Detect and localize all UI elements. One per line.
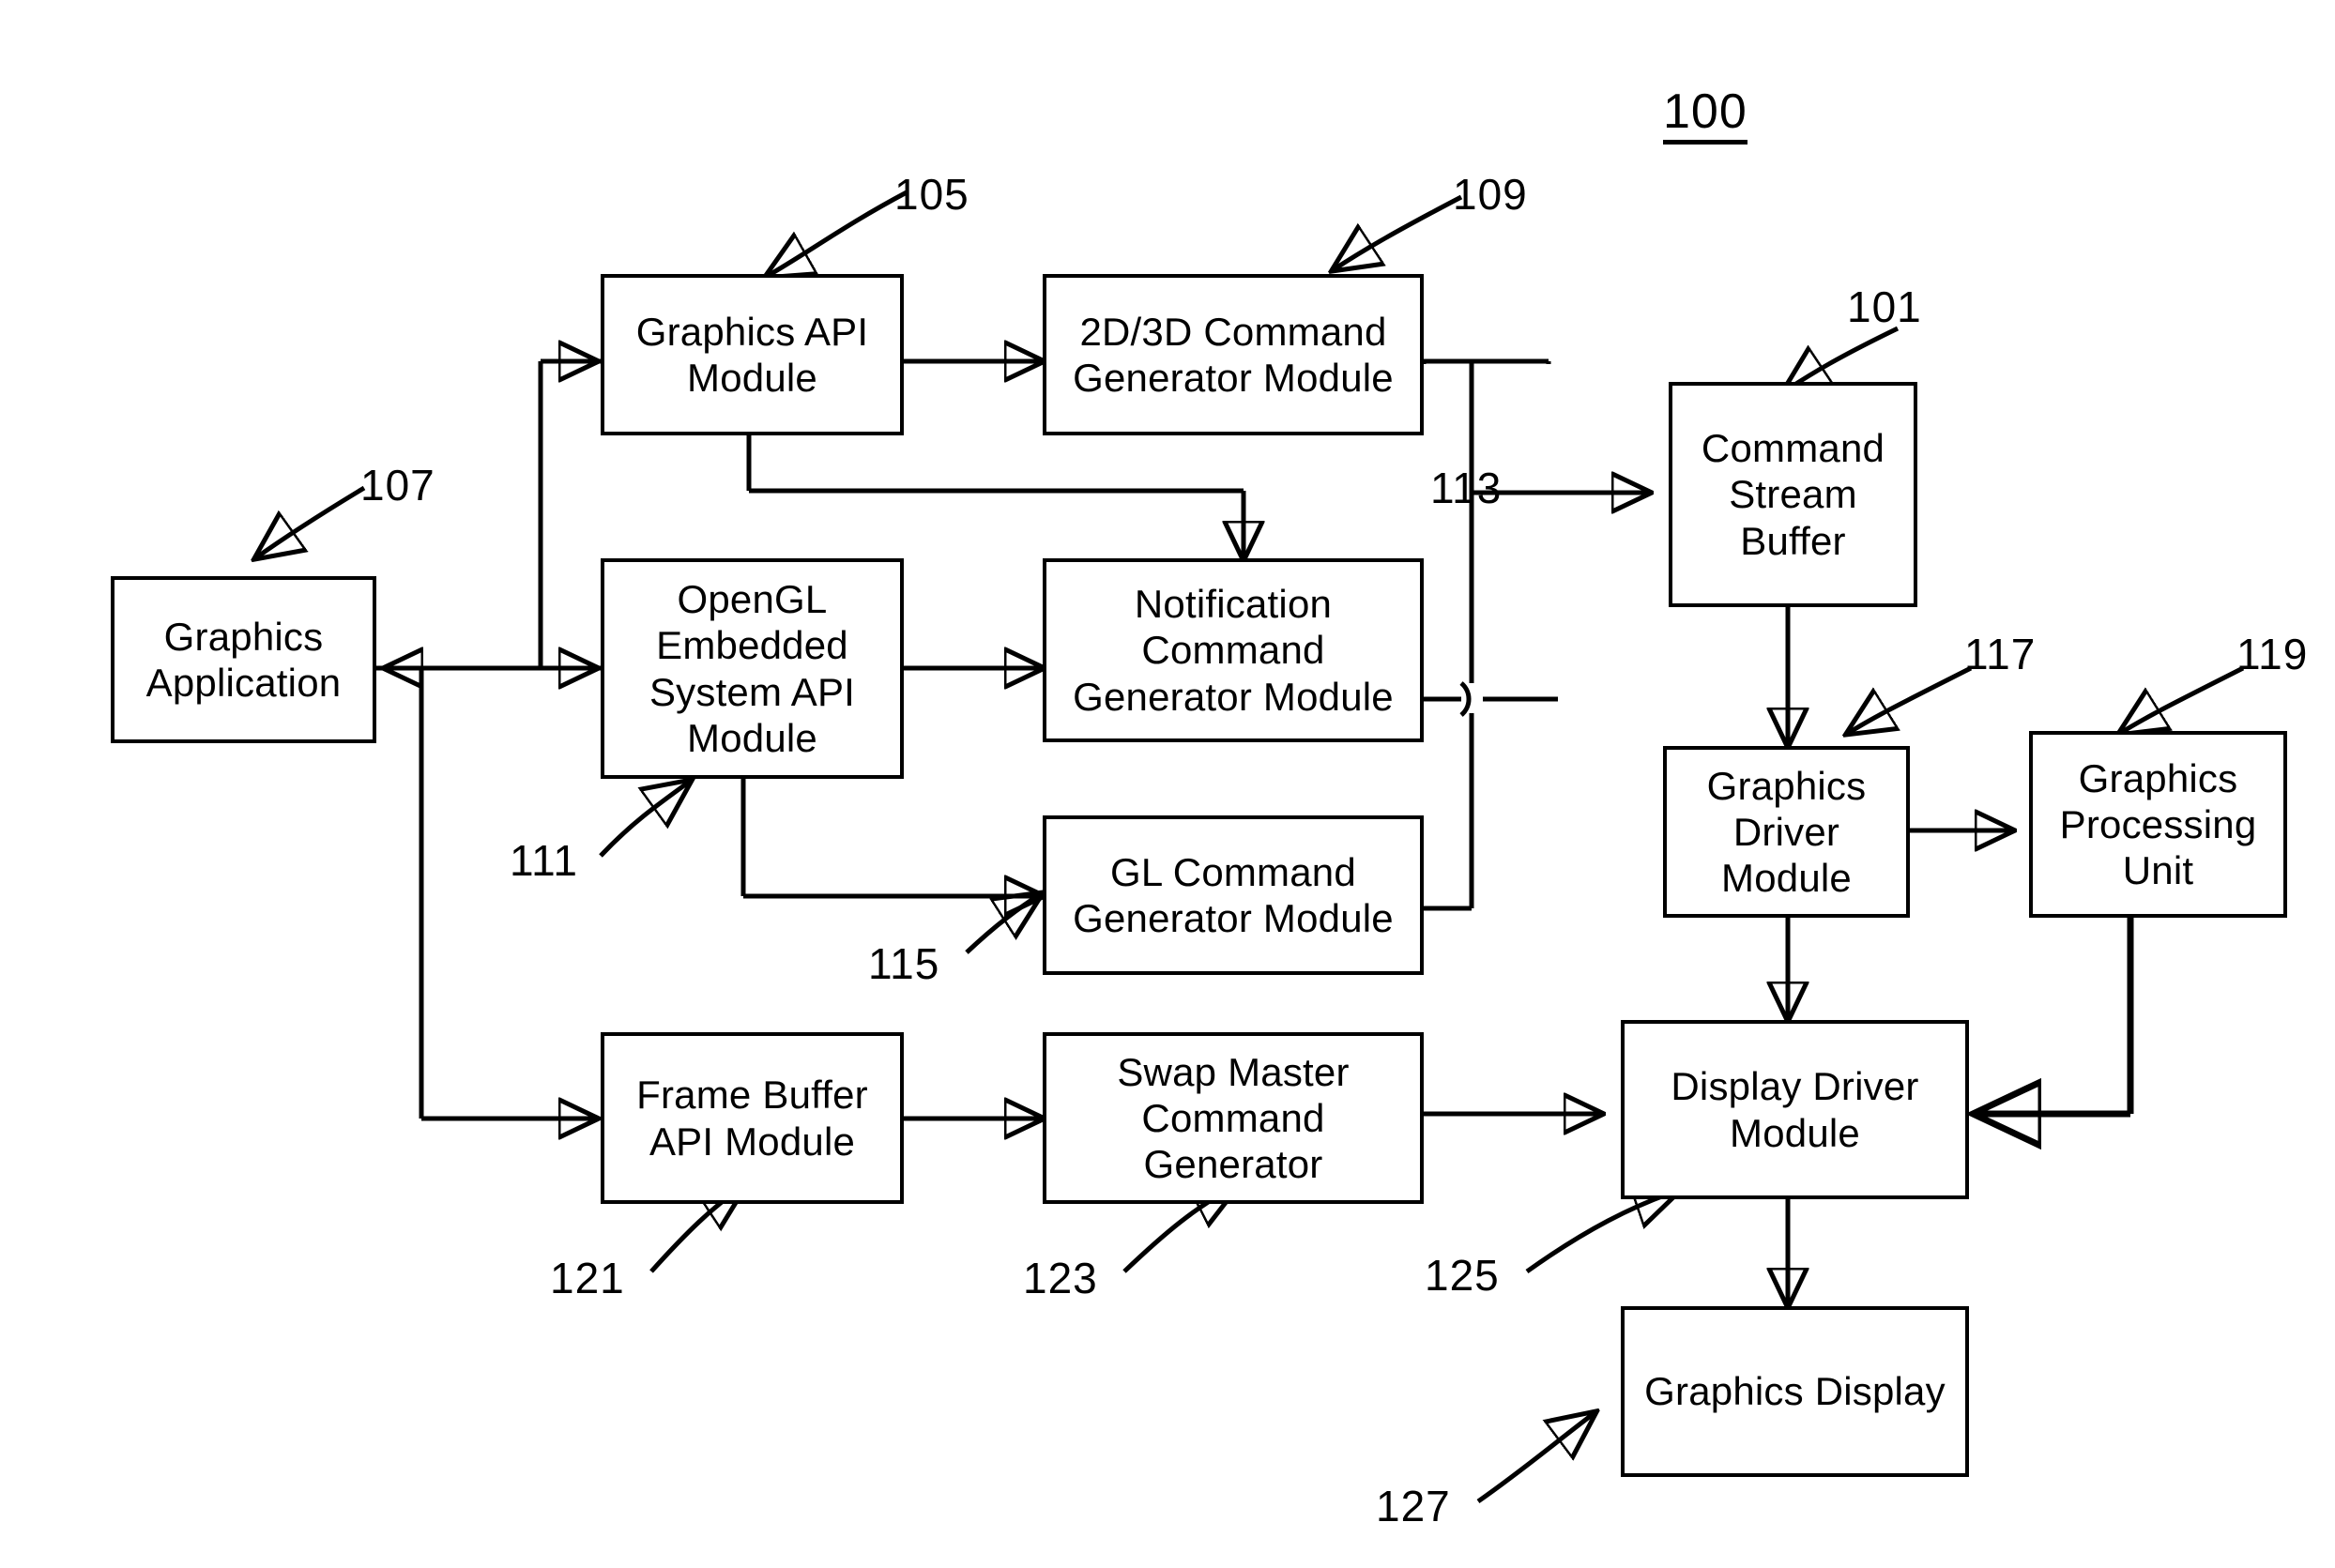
figure-canvas: 100 Graphics Application Graphics API Mo… [0,0,2335,1568]
block-graphics-application[interactable]: Graphics Application [111,576,376,743]
ref-numeral-123: 123 [1023,1254,1098,1302]
block-graphics-display[interactable]: Graphics Display [1621,1306,1969,1477]
ref-numeral-117: 117 [1964,630,2037,678]
wire-gpu-to-display-driver [1976,918,2134,1114]
ref-numeral-121: 121 [550,1254,625,1302]
wire-gles-to-glcmd [740,778,1043,896]
ref-numeral-101: 101 [1847,282,1922,331]
connector-layer [0,190,2245,1504]
ref-numeral-119: 119 [2236,630,2309,678]
leader-117 [1847,665,1973,734]
ref-numeral-115: 115 [868,939,940,988]
block-frame-buffer-api-module[interactable]: Frame Buffer API Module [601,1032,904,1204]
block-graphics-driver-module[interactable]: Graphics Driver Module [1663,746,1910,918]
leader-127 [1476,1412,1595,1504]
block-gl-command-generator-module[interactable]: GL Command Generator Module [1043,815,1424,975]
wire-command-stream-bus [1421,358,1650,911]
figure-number: 100 [1663,86,1747,145]
block-graphics-api-module[interactable]: Graphics API Module [601,274,904,435]
leader-125 [1525,1190,1680,1274]
ref-numeral-125: 125 [1425,1251,1500,1300]
leader-115 [965,893,1042,954]
ref-numeral-127: 127 [1376,1482,1451,1530]
block-swap-master-command-generator[interactable]: Swap Master Command Generator [1043,1032,1424,1204]
ref-numeral-107: 107 [360,461,435,510]
leader-119 [2119,665,2245,734]
block-notification-command-generator-module[interactable]: Notification Command Generator Module [1043,558,1424,742]
wire-gapi-to-notification [746,434,1244,559]
leader-105 [766,190,908,277]
block-command-stream-buffer[interactable]: Command Stream Buffer [1669,382,1917,607]
block-opengl-embedded-system-api-module[interactable]: OpenGL Embedded System API Module [601,558,904,779]
leader-107 [255,485,366,558]
ref-numeral-105: 105 [894,170,969,219]
ref-numeral-113: 113 [1430,464,1503,512]
block-graphics-processing-unit[interactable]: Graphics Processing Unit [2029,731,2287,918]
block-display-driver-module[interactable]: Display Driver Module [1621,1020,1969,1199]
block-2d3d-command-generator-module[interactable]: 2D/3D Command Generator Module [1043,274,1424,435]
ref-numeral-109: 109 [1453,170,1528,219]
leader-111 [599,781,691,858]
leader-109 [1333,194,1463,270]
ref-numeral-111: 111 [510,836,578,885]
